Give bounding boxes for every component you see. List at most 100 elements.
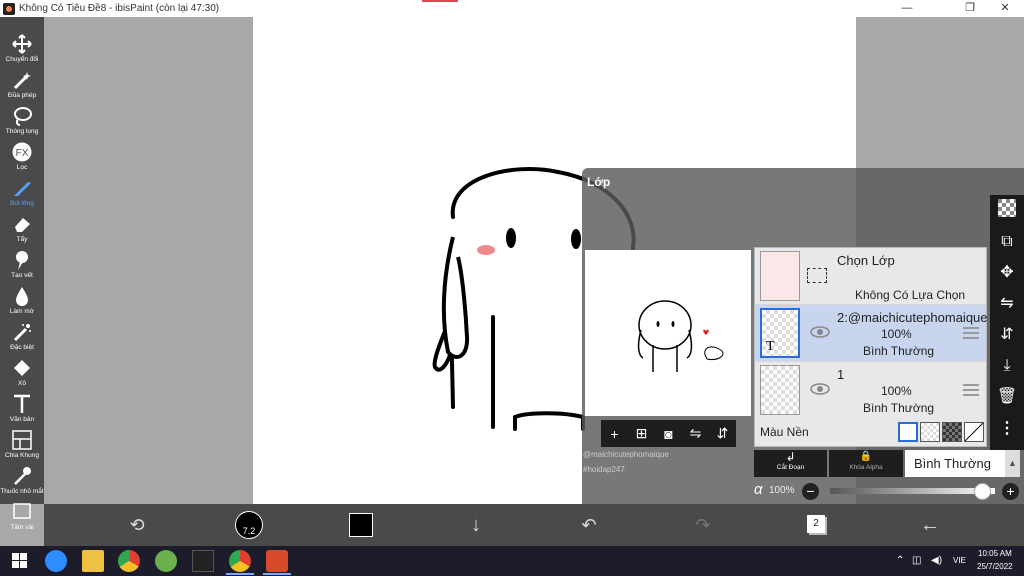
fx-icon: FX (12, 142, 32, 162)
tool-bucket[interactable]: Xô (0, 357, 44, 388)
clock-time[interactable]: 10:05 AM (978, 549, 1012, 558)
tool-eraser[interactable]: Tẩy (0, 213, 44, 244)
lasso-icon (14, 107, 32, 126)
down-arrow-icon[interactable]: ↓ (464, 504, 488, 546)
tool-brush[interactable]: Bút lông (0, 177, 44, 208)
bg-dark-swatch[interactable] (942, 422, 962, 442)
tool-transform[interactable]: Chuyển đổi (0, 33, 44, 64)
layer-count: 2 (807, 515, 825, 533)
tool-label: Xô (18, 380, 26, 387)
network-icon[interactable]: ◫ (912, 555, 921, 566)
ibispaint-app-icon (3, 2, 15, 15)
transparency-icon[interactable] (998, 199, 1016, 217)
opacity-decrease-button[interactable]: − (802, 483, 819, 500)
eye-icon[interactable] (810, 325, 830, 339)
opacity-slider-row: α 100% − + (754, 480, 1024, 502)
layer-name: Chọn Lớp (837, 253, 895, 268)
tool-filter[interactable]: FX Lọc (0, 141, 44, 172)
drag-handle-icon[interactable] (963, 384, 979, 396)
tool-lasso[interactable]: Thòng lọng (0, 105, 44, 136)
tool-special[interactable]: Đặc biệt (0, 321, 44, 352)
brush-size-button[interactable]: 7.2 (234, 504, 264, 546)
layer-preview (585, 250, 751, 416)
move-layer-icon[interactable]: ✥ (995, 261, 1019, 285)
app-icon[interactable] (155, 550, 177, 572)
tool-smudge[interactable]: Tạo vết (0, 249, 44, 280)
drag-handle-icon[interactable] (963, 327, 979, 339)
tool-blur[interactable]: Làm mờ (0, 285, 44, 316)
back-arrow-icon[interactable]: ← (918, 504, 942, 546)
tool-magic-wand[interactable]: Đũa phép (0, 69, 44, 100)
merge-down-icon[interactable]: ⤓ (995, 354, 1019, 378)
dropdown-arrow-icon[interactable]: ▲ (1005, 450, 1020, 477)
magic-wand-icon (13, 72, 31, 90)
chrome-active-icon[interactable] (229, 550, 251, 572)
tool-label: Bút lông (10, 200, 34, 207)
selection-layer[interactable]: Chọn Lớp Không Có Lựa Chọn (755, 248, 986, 304)
flip-rotate-icon[interactable]: ⇋ (995, 292, 1019, 316)
opacity-increase-button[interactable]: + (1002, 483, 1019, 500)
trash-icon[interactable]: 🗑 (995, 385, 1019, 409)
redo-icon[interactable]: ↷ (691, 504, 715, 546)
layer-subtitle: Không Có Lựa Chọn (855, 288, 966, 302)
layer-row[interactable]: 1 100% Bình Thường (755, 362, 986, 418)
tool-sidebar: Chuyển đổi Đũa phép Thòng lọng FX Lọc Bú… (0, 17, 44, 531)
language-indicator[interactable]: VIE (953, 556, 966, 565)
rotate-canvas-icon[interactable]: ⟲ (122, 504, 152, 546)
layer-list: Chọn Lớp Không Có Lựa Chọn T 2:@maichicu… (754, 247, 987, 447)
add-layer-box-icon[interactable]: ⊞ (632, 425, 652, 442)
layer-row[interactable]: T 2:@maichicutephomaique 100% Bình Thườn… (755, 305, 987, 361)
blur-icon (16, 287, 28, 306)
layer-thumbnail (760, 251, 800, 301)
opacity-slider-track[interactable] (830, 488, 995, 494)
file-explorer-icon[interactable] (82, 550, 104, 572)
more-options-icon[interactable]: ⋮ (995, 417, 1019, 441)
active-indicator (226, 573, 254, 575)
chrome-icon[interactable] (118, 550, 140, 572)
preview-toolbar: + ⊞ ◙ ⇋ ⇵ (601, 420, 736, 447)
layer-actions-bar: ⧉ ✥ ⇋ ⇵ ⤓ 🗑 ⋮ (990, 195, 1024, 450)
special-icon (13, 324, 31, 342)
restore-button[interactable]: ❐ (953, 0, 987, 17)
blend-mode-select[interactable]: Bình Thường (905, 450, 1005, 477)
clipping-button[interactable]: ↲ Cắt Đoạn (754, 450, 827, 477)
flip-horizontal-icon[interactable]: ⇋ (686, 425, 706, 442)
alpha-lock-label: Khóa Alpha (849, 464, 883, 471)
tool-label: Đặc biệt (10, 344, 34, 351)
layers-button[interactable]: 2 (807, 504, 829, 546)
tool-canvas[interactable]: Tấm vải (0, 501, 44, 532)
volume-icon[interactable]: ◀) (931, 555, 942, 566)
text-icon (14, 394, 30, 413)
windows-start-icon[interactable] (10, 550, 32, 572)
tray-chevron-icon[interactable]: ⌃ (896, 555, 904, 566)
bg-none-swatch[interactable] (964, 422, 984, 442)
clock-date[interactable]: 25/7/2022 (977, 562, 1013, 571)
layer-transform-icon[interactable]: ⧉ (995, 230, 1019, 254)
app-active-icon[interactable] (266, 550, 288, 572)
add-layer-icon[interactable]: + (605, 426, 625, 442)
close-button[interactable]: ✕ (988, 0, 1022, 17)
tool-eyedropper[interactable]: Thuốc nhỏ mắt (0, 465, 44, 496)
alpha-symbol: α (754, 481, 763, 498)
camera-icon[interactable]: ◙ (659, 426, 679, 442)
zoom-icon[interactable] (45, 550, 67, 572)
layer-name: 1 (837, 367, 845, 382)
flip-vertical-icon[interactable]: ⇵ (713, 425, 733, 442)
tool-frame-divider[interactable]: Chia Khung (0, 429, 44, 460)
bg-transparent-swatch[interactable] (920, 422, 940, 442)
alpha-lock-button[interactable]: 🔒 Khóa Alpha (829, 450, 903, 477)
color-picker-button[interactable] (349, 504, 375, 546)
ibispaint-taskbar-icon[interactable] (192, 550, 214, 572)
flip-vertical-layer-icon[interactable]: ⇵ (995, 323, 1019, 347)
eye-icon[interactable] (810, 382, 830, 396)
tool-text[interactable]: Văn bản (0, 393, 44, 424)
tab-indicator (422, 0, 458, 2)
undo-icon[interactable]: ↶ (577, 504, 601, 546)
minimize-button[interactable]: — (890, 0, 924, 17)
layer-opacity: 100% (881, 327, 912, 341)
tool-label: Đũa phép (7, 92, 37, 99)
opacity-slider-knob[interactable] (973, 483, 991, 500)
tool-label: Tạo vết (11, 272, 33, 279)
bg-white-swatch[interactable] (898, 422, 918, 442)
watermark-hashtag: #hoidap247 (583, 465, 625, 474)
